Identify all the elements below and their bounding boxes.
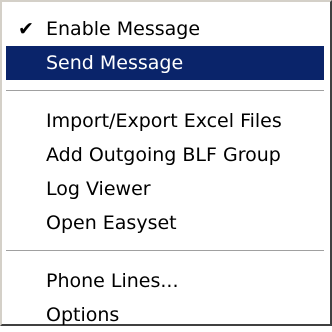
menu-item-open-easyset[interactable]: Open Easyset xyxy=(6,206,324,240)
menu-items-container: ✔ Enable Message Send Message Import/Exp… xyxy=(6,12,324,326)
menu-item-label: Options xyxy=(46,304,120,326)
menu-item-label: Phone Lines... xyxy=(46,270,179,292)
menu-item-label: Import/Export Excel Files xyxy=(46,110,282,132)
menu-item-label: Enable Message xyxy=(46,18,201,40)
menu-item-phone-lines[interactable]: Phone Lines... xyxy=(6,264,324,298)
menu-item-label: Add Outgoing BLF Group xyxy=(46,144,281,166)
menu-item-enable-message[interactable]: ✔ Enable Message xyxy=(6,12,324,46)
menu-item-label: Send Message xyxy=(46,52,184,74)
menu-item-import-export-excel[interactable]: Import/Export Excel Files xyxy=(6,104,324,138)
menu-item-options[interactable]: Options xyxy=(6,298,324,332)
menu-item-label: Open Easyset xyxy=(46,212,177,234)
checkmark-icon: ✔ xyxy=(18,18,34,40)
menu-separator xyxy=(6,90,324,92)
menu-item-label: Log Viewer xyxy=(46,178,151,200)
context-menu: ✔ Enable Message Send Message Import/Exp… xyxy=(0,0,332,326)
menu-item-add-outgoing-blf-group[interactable]: Add Outgoing BLF Group xyxy=(6,138,324,172)
menu-item-log-viewer[interactable]: Log Viewer xyxy=(6,172,324,206)
menu-separator xyxy=(6,250,324,252)
menu-item-send-message[interactable]: Send Message xyxy=(6,46,324,80)
